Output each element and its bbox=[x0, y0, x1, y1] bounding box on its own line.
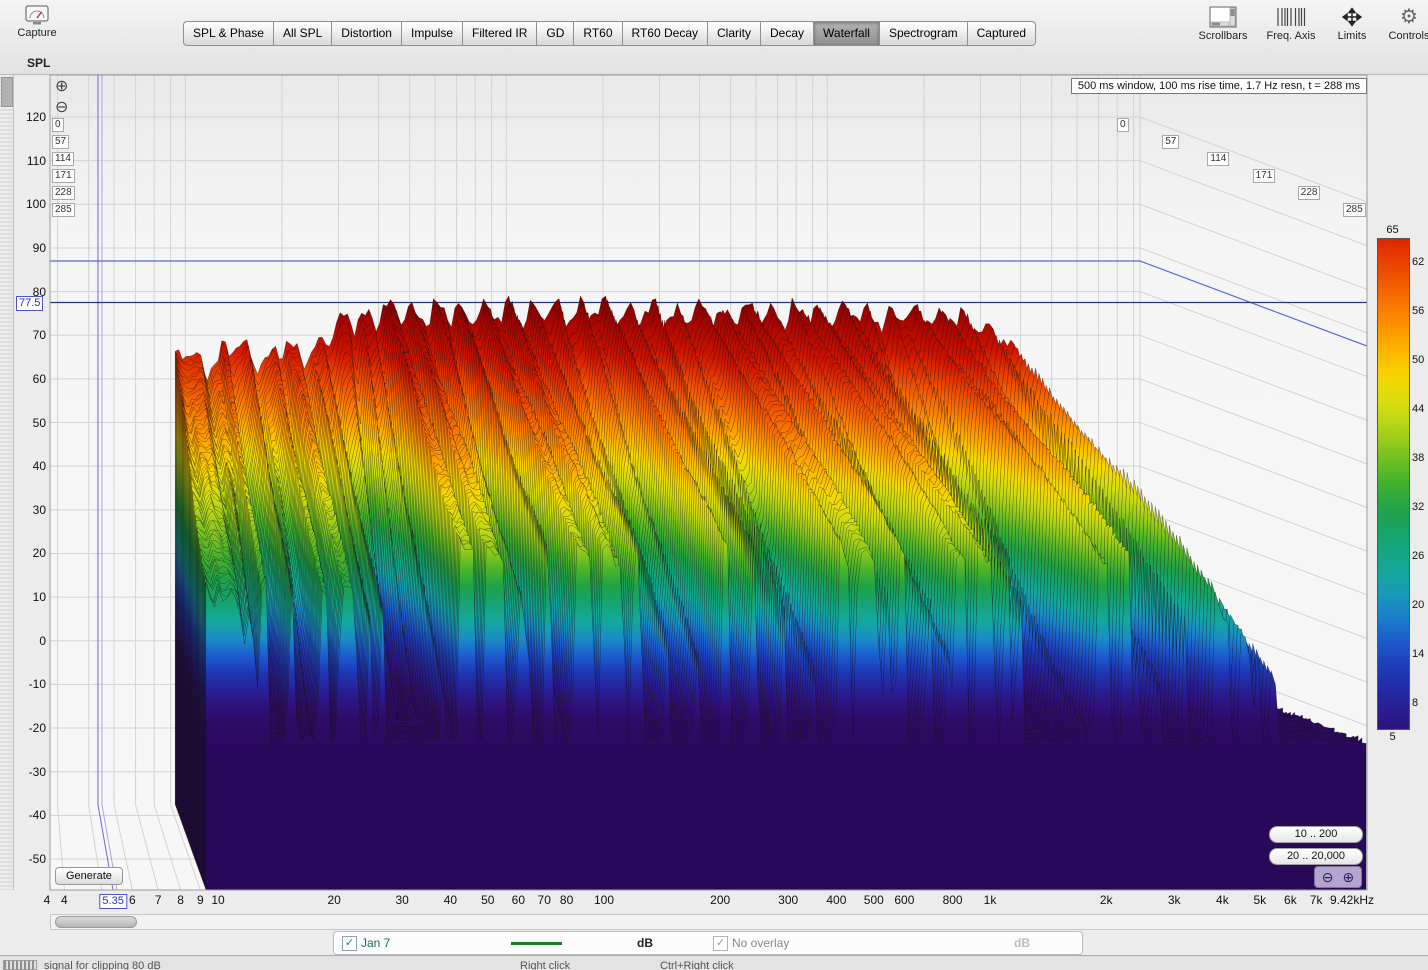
status-bar: signal for clipping 80 dB Right click Ct… bbox=[0, 955, 1428, 970]
corner-zoom-out-icon[interactable]: ⊖ bbox=[1322, 869, 1334, 886]
corner-zoom-control[interactable]: ⊖ ⊕ bbox=[1314, 866, 1362, 888]
zoom-out-icon[interactable]: ⊖ bbox=[55, 100, 68, 116]
measurement-name[interactable]: Jan 7 bbox=[361, 936, 390, 950]
horizontal-scrollbar[interactable] bbox=[50, 914, 1428, 930]
overlay-label[interactable]: No overlay bbox=[732, 936, 789, 950]
horizontal-scrollbar-thumb[interactable] bbox=[55, 916, 137, 928]
overlay-unit: dB bbox=[1014, 936, 1030, 950]
freq-range-button-10-200[interactable]: 10 .. 200 bbox=[1269, 826, 1363, 843]
freq-range-button-20-20000[interactable]: 20 .. 20,000 bbox=[1269, 848, 1363, 865]
measurement-unit: dB bbox=[637, 936, 653, 950]
legend-bar: ✓ Jan 7 dB ✓ No overlay dB bbox=[333, 931, 1083, 955]
waterfall-plot-svg[interactable] bbox=[0, 0, 1428, 930]
overlay-checkbox[interactable]: ✓ bbox=[713, 936, 728, 951]
measurement-line-swatch bbox=[511, 942, 562, 945]
measurement-checkbox[interactable]: ✓ bbox=[342, 936, 357, 951]
zoom-in-icon[interactable]: ⊕ bbox=[55, 79, 68, 95]
corner-zoom-in-icon[interactable]: ⊕ bbox=[1343, 869, 1355, 886]
waterfall-chart[interactable] bbox=[0, 0, 1428, 930]
generate-button[interactable]: Generate bbox=[55, 867, 123, 885]
